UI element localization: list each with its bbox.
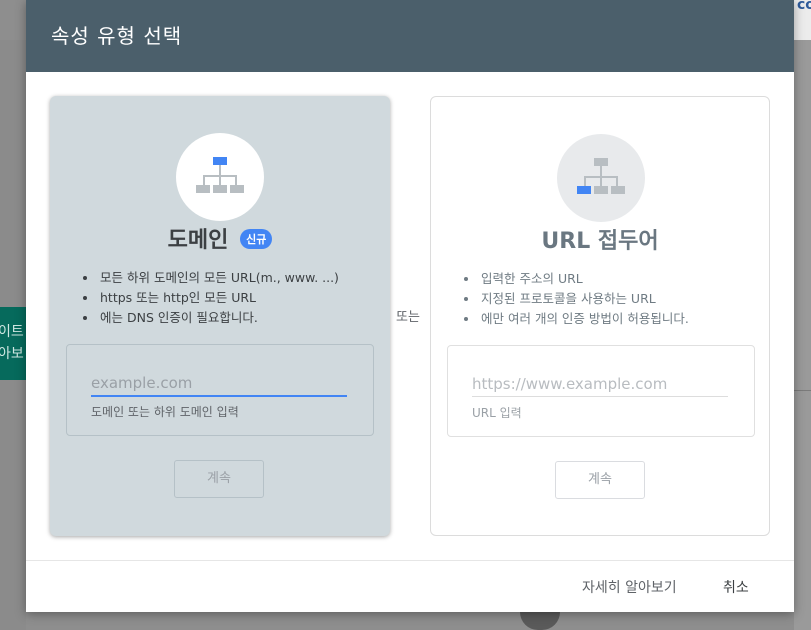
background-left-panel: 이트 아보 — [0, 40, 26, 630]
url-feature-list: 입력한 주소의 URL 지정된 프로토콜을 사용하는 URL 에만 여러 개의 … — [461, 269, 689, 329]
list-item: 에만 여러 개의 인증 방법이 허용됩니다. — [479, 309, 689, 329]
list-item: 모든 하위 도메인의 모든 URL(m., www. ...) — [98, 268, 339, 288]
url-continue-button[interactable]: 계속 — [555, 461, 645, 499]
property-type-dialog: 속성 유형 선택 도메인 신규 모든 하위 도메인의 모든 URL(m., ww… — [26, 0, 794, 612]
list-item: 입력한 주소의 URL — [479, 269, 689, 289]
list-item: https 또는 http인 모든 URL — [98, 288, 339, 308]
domain-card-title: 도메인 — [167, 228, 229, 253]
domain-card-title-row: 도메인 신규 — [50, 222, 390, 254]
domain-input-container: 도메인 또는 하위 도메인 입력 — [66, 344, 374, 436]
learn-more-link[interactable]: 자세히 알아보기 — [582, 577, 677, 597]
list-item: 지정된 프로토콜을 사용하는 URL — [479, 289, 689, 309]
background-top-right: co — [794, 0, 811, 40]
background-floating-button — [520, 612, 560, 630]
background-left-tab-line: 이트 — [0, 324, 24, 340]
url-card-title: URL 접두어 — [541, 229, 659, 254]
cancel-button[interactable]: 취소 — [723, 577, 749, 597]
domain-continue-button[interactable]: 계속 — [174, 460, 264, 498]
or-separator: 또는 — [396, 310, 420, 325]
domain-icon-circle — [176, 133, 264, 221]
sitemap-icon — [196, 157, 244, 193]
new-badge: 신규 — [240, 229, 273, 249]
url-icon-circle — [557, 134, 645, 222]
background-left-tab-line: 아보 — [0, 346, 24, 362]
url-input-container: URL 입력 — [447, 345, 755, 437]
background-right-panel — [794, 40, 811, 630]
dialog-title: 속성 유형 선택 — [26, 0, 794, 72]
background-left-tab: 이트 아보 — [0, 307, 26, 380]
background-divider — [794, 390, 811, 391]
domain-card[interactable]: 도메인 신규 모든 하위 도메인의 모든 URL(m., www. ...) h… — [50, 96, 390, 536]
sitemap-icon — [577, 158, 625, 194]
background-top-right-text: co — [797, 0, 811, 13]
url-input-help: URL 입력 — [472, 406, 522, 420]
domain-feature-list: 모든 하위 도메인의 모든 URL(m., www. ...) https 또는… — [80, 268, 339, 328]
list-item: 에는 DNS 인증이 필요합니다. — [98, 308, 339, 328]
url-prefix-card[interactable]: URL 접두어 입력한 주소의 URL 지정된 프로토콜을 사용하는 URL 에… — [430, 96, 770, 536]
domain-input[interactable] — [91, 371, 347, 397]
url-input[interactable] — [472, 372, 728, 397]
domain-input-help: 도메인 또는 하위 도메인 입력 — [91, 405, 239, 419]
footer-divider — [26, 560, 794, 561]
